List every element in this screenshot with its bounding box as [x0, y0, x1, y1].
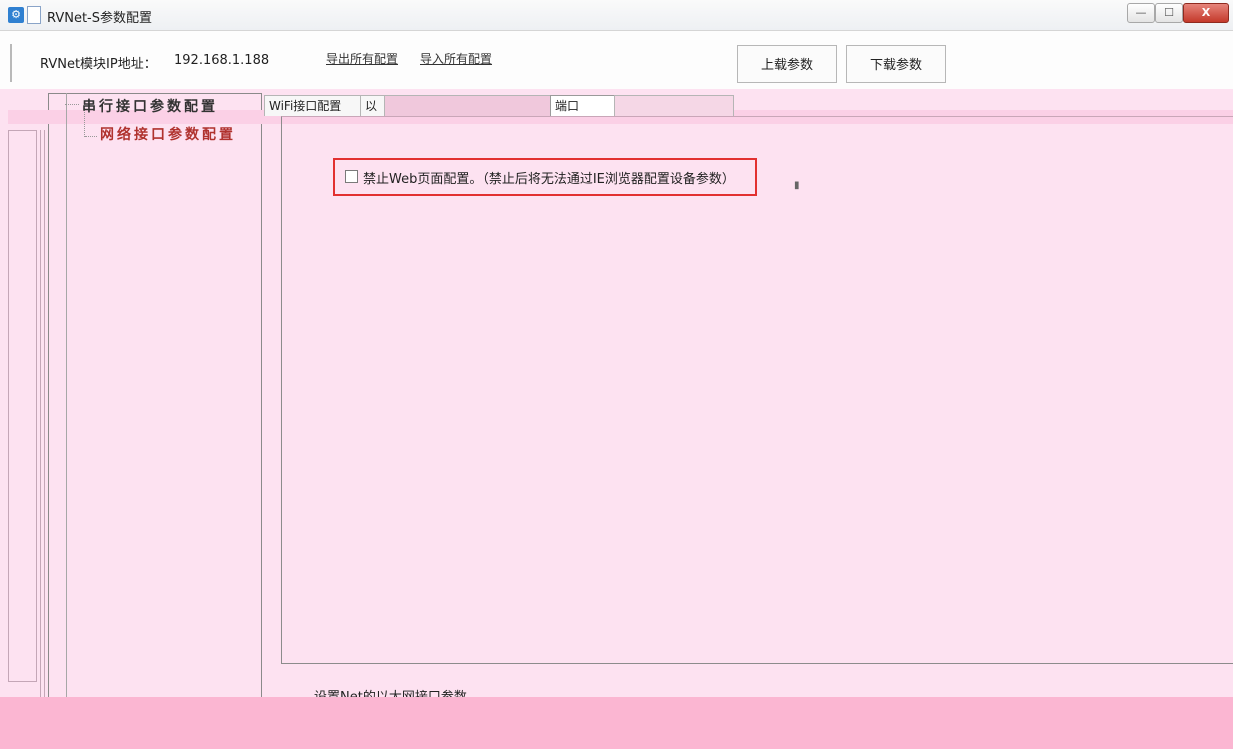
tab-content-panel — [281, 116, 1233, 664]
download-params-button[interactable]: 下载参数 — [846, 45, 946, 83]
maximize-button[interactable]: ☐ — [1155, 3, 1183, 23]
tree-connector — [85, 136, 97, 137]
title-bar: ⚙ RVNet-S参数配置 — ☐ X — [0, 0, 1233, 31]
ip-address-value: 192.168.1.188 — [174, 53, 270, 68]
web-config-highlight: 禁止Web页面配置。（禁止后将无法通过IE浏览器配置设备参数） — [333, 158, 757, 196]
tab-port[interactable]: 端口 — [550, 95, 620, 116]
minimize-button[interactable]: — — [1127, 3, 1155, 23]
app-icon[interactable]: ⚙ — [8, 7, 24, 23]
config-tree — [48, 93, 262, 741]
frame-line — [40, 130, 41, 749]
tab-obscured-2[interactable] — [614, 95, 734, 116]
window-title: RVNet-S参数配置 — [47, 11, 152, 26]
tree-border-line — [66, 93, 67, 713]
ip-label: RVNet模块IP地址： — [40, 57, 157, 72]
tab-wifi-config[interactable]: WiFi接口配置 — [264, 95, 362, 116]
disable-web-config-checkbox[interactable] — [345, 170, 358, 183]
tab-obscured[interactable] — [384, 95, 554, 116]
tree-connector — [65, 104, 79, 105]
tree-item-serial-config[interactable]: 串行接口参数配置 — [82, 96, 218, 116]
document-icon — [27, 6, 41, 24]
artifact-mark: ▮ — [794, 180, 800, 191]
outer-frame — [8, 130, 37, 682]
import-all-config-link[interactable]: 导入所有配置 — [420, 50, 492, 67]
tree-item-network-config[interactable]: 网络接口参数配置 — [100, 124, 236, 144]
close-button[interactable]: X — [1183, 3, 1229, 23]
upload-params-button[interactable]: 上载参数 — [737, 45, 837, 83]
frame-line — [44, 130, 45, 749]
bottom-band — [0, 697, 1233, 749]
frame-divider — [10, 44, 12, 82]
disable-web-config-label[interactable]: 禁止Web页面配置。（禁止后将无法通过IE浏览器配置设备参数） — [363, 168, 735, 187]
export-all-config-link[interactable]: 导出所有配置 — [326, 50, 398, 67]
